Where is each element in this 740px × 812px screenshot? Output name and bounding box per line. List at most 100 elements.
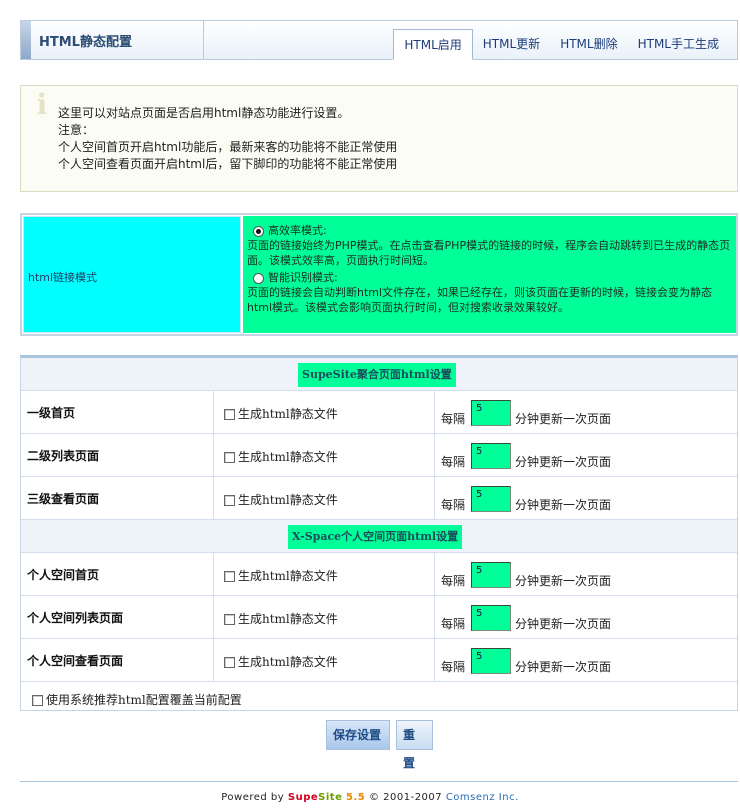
copyright: © 2001-2007 xyxy=(368,792,443,803)
checkbox-label: 生成html静态文件 xyxy=(238,450,338,464)
per-label: 分钟更新一次页面 xyxy=(515,617,612,631)
powered-by: Powered by xyxy=(221,792,285,803)
notice-line: 这里可以对站点页面是否启用html静态功能进行设置。 xyxy=(58,106,350,120)
table-row: 一级首页 生成html静态文件 每隔 5 分钟更新一次页面 xyxy=(21,391,737,434)
table-row: 二级列表页面 生成html静态文件 每隔 5 分钟更新一次页面 xyxy=(21,434,737,477)
row-name: 个人空间首页 xyxy=(27,568,100,582)
checkbox-label: 生成html静态文件 xyxy=(238,612,338,626)
generate-html-checkbox[interactable]: 生成html静态文件 xyxy=(224,448,338,465)
row-name: 个人空间查看页面 xyxy=(27,654,124,668)
option-smart[interactable]: 智能识别模式: xyxy=(247,270,732,285)
option-efficient[interactable]: 高效率模式: xyxy=(247,223,732,238)
radio-efficient[interactable] xyxy=(253,225,264,237)
checkbox-icon[interactable] xyxy=(32,695,43,706)
table-row: 个人空间查看页面 生成html静态文件 每隔 5 分钟更新一次页面 xyxy=(21,639,737,682)
table-row: 个人空间列表页面 生成html静态文件 每隔 5 分钟更新一次页面 xyxy=(21,596,737,639)
minutes-input[interactable]: 5 xyxy=(471,443,511,469)
minutes-input[interactable]: 5 xyxy=(471,486,511,512)
checkbox-icon[interactable] xyxy=(224,495,235,506)
row-name: 个人空间列表页面 xyxy=(27,611,124,625)
tab-html-manual[interactable]: HTML手工生成 xyxy=(628,29,729,60)
cell-divider xyxy=(213,434,214,477)
option-efficient-desc: 页面的链接始终为PHP模式。在点击查看PHP模式的链接的时候，程序会自动跳转到已… xyxy=(247,239,731,267)
checkbox-icon[interactable] xyxy=(224,452,235,463)
table-row: 三级查看页面 生成html静态文件 每隔 5 分钟更新一次页面 xyxy=(21,477,737,520)
generate-html-checkbox[interactable]: 生成html静态文件 xyxy=(224,610,338,627)
minutes-input[interactable]: 5 xyxy=(471,562,511,588)
notice-line: 注意： xyxy=(58,123,95,137)
section-header-supesite: SupeSite聚合页面html设置 xyxy=(21,358,737,391)
per-label: 分钟更新一次页面 xyxy=(515,498,612,512)
cell-divider xyxy=(213,391,214,434)
brand-site[interactable]: Site xyxy=(318,792,342,803)
generate-html-checkbox[interactable]: 生成html静态文件 xyxy=(224,491,338,508)
per-label: 分钟更新一次页面 xyxy=(515,455,612,469)
checkbox-icon[interactable] xyxy=(224,571,235,582)
per-label: 分钟更新一次页面 xyxy=(515,412,612,426)
page-header: HTML静态配置 HTML启用 HTML更新 HTML删除 HTML手工生成 xyxy=(20,20,738,60)
notice-line: 个人空间首页开启html功能后，最新来客的功能将不能正常使用 xyxy=(58,140,398,154)
notice-text: 这里可以对站点页面是否启用html静态功能进行设置。 注意： 个人空间首页开启h… xyxy=(58,105,397,173)
every-label: 每隔 xyxy=(441,617,466,631)
cell-divider xyxy=(434,639,435,682)
page-title: HTML静态配置 xyxy=(39,35,132,50)
option-smart-title: 智能识别模式: xyxy=(268,271,338,284)
notice-line: 个人空间查看页面开启html后，留下脚印的功能将不能正常使用 xyxy=(58,157,398,171)
cell-divider xyxy=(213,477,214,520)
cell-divider xyxy=(434,391,435,434)
cell-divider xyxy=(434,596,435,639)
info-icon: i xyxy=(36,88,48,121)
row-name: 三级查看页面 xyxy=(27,492,100,506)
link-mode-table: html链接模式 高效率模式: 页面的链接始终为PHP模式。在点击查看PHP模式… xyxy=(20,213,738,336)
minutes-input[interactable]: 5 xyxy=(471,648,511,674)
checkbox-icon[interactable] xyxy=(224,409,235,420)
override-label: 使用系统推荐html配置覆盖当前配置 xyxy=(46,693,242,707)
tab-bar: HTML启用 HTML更新 HTML删除 HTML手工生成 xyxy=(393,29,729,60)
row-name: 二级列表页面 xyxy=(27,449,100,463)
section-header-xspace: X-Space个人空间页面html设置 xyxy=(21,520,737,553)
checkbox-label: 生成html静态文件 xyxy=(238,655,338,669)
cell-divider xyxy=(434,477,435,520)
cell-divider xyxy=(434,553,435,596)
cell-divider xyxy=(213,553,214,596)
header-accent-bar xyxy=(21,21,31,59)
cell-divider xyxy=(213,639,214,682)
row-name: 一级首页 xyxy=(27,406,76,420)
option-smart-desc: 页面的链接会自动判断html文件存在，如果已经存在，则该页面在更新的时候，链接会… xyxy=(247,286,713,314)
section-title-xspace: X-Space个人空间页面html设置 xyxy=(288,525,463,549)
cell-divider xyxy=(213,596,214,639)
per-label: 分钟更新一次页面 xyxy=(515,574,612,588)
minutes-input[interactable]: 5 xyxy=(471,605,511,631)
checkbox-label: 生成html静态文件 xyxy=(238,493,338,507)
checkbox-icon[interactable] xyxy=(224,657,235,668)
info-notice: i 这里可以对站点页面是否启用html静态功能进行设置。 注意： 个人空间首页开… xyxy=(20,85,738,192)
every-label: 每隔 xyxy=(441,574,466,588)
every-label: 每隔 xyxy=(441,455,466,469)
version: 5.5 xyxy=(346,792,366,803)
link-mode-label: html链接模式 xyxy=(28,271,98,284)
generate-html-checkbox[interactable]: 生成html静态文件 xyxy=(224,567,338,584)
every-label: 每隔 xyxy=(441,412,466,426)
link-mode-label-cell: html链接模式 xyxy=(23,216,241,333)
override-config-checkbox[interactable]: 使用系统推荐html配置覆盖当前配置 xyxy=(32,691,242,708)
checkbox-label: 生成html静态文件 xyxy=(238,569,338,583)
html-settings-table: SupeSite聚合页面html设置 一级首页 生成html静态文件 每隔 5 … xyxy=(20,355,738,711)
footer: Powered by SupeSite 5.5 © 2001-2007 Coms… xyxy=(0,792,740,803)
reset-button[interactable]: 重置 xyxy=(396,720,433,770)
minutes-input[interactable]: 5 xyxy=(471,400,511,426)
tab-html-enable[interactable]: HTML启用 xyxy=(393,29,473,60)
brand-supe[interactable]: Supe xyxy=(288,792,318,803)
checkbox-icon[interactable] xyxy=(224,614,235,625)
cell-divider xyxy=(434,434,435,477)
generate-html-checkbox[interactable]: 生成html静态文件 xyxy=(224,405,338,422)
every-label: 每隔 xyxy=(441,660,466,674)
link-mode-options: 高效率模式: 页面的链接始终为PHP模式。在点击查看PHP模式的链接的时候，程序… xyxy=(243,216,736,333)
checkbox-label: 生成html静态文件 xyxy=(238,407,338,421)
tab-html-delete[interactable]: HTML删除 xyxy=(550,29,627,60)
header-divider xyxy=(203,21,204,59)
tab-html-update[interactable]: HTML更新 xyxy=(473,29,550,60)
generate-html-checkbox[interactable]: 生成html静态文件 xyxy=(224,653,338,670)
save-button[interactable]: 保存设置 xyxy=(326,720,390,750)
radio-smart[interactable] xyxy=(253,272,264,284)
company-link[interactable]: Comsenz Inc. xyxy=(446,792,519,803)
